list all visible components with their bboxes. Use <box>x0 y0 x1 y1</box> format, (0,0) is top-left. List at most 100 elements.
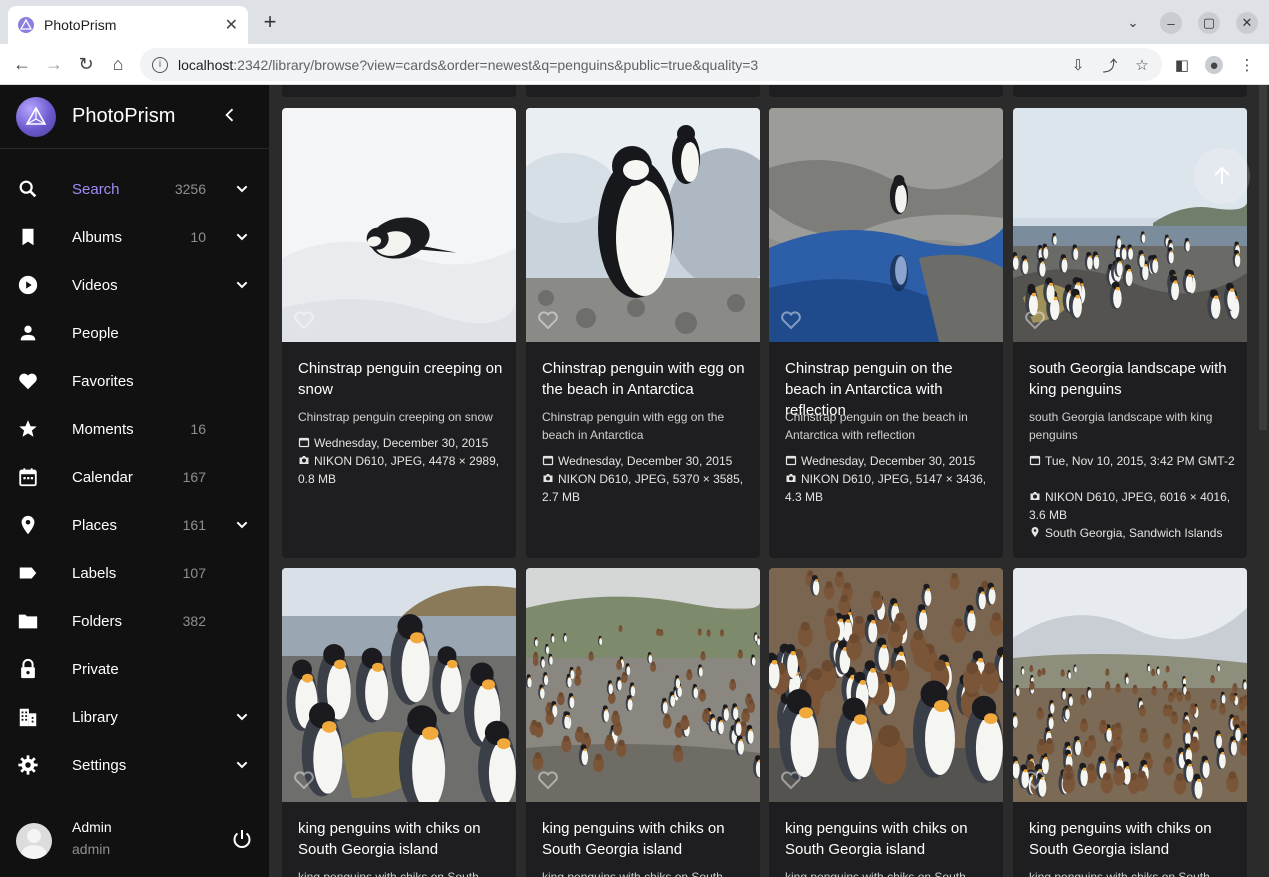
home-icon[interactable]: ⌂ <box>106 52 130 76</box>
card-previous-row[interactable] <box>526 85 760 97</box>
favorite-heart-icon[interactable] <box>1023 308 1047 332</box>
sidebar-item-moments[interactable]: Moments 16 <box>0 405 269 453</box>
sidebar-item-count: 3256 <box>174 181 206 197</box>
sidebar-item-library[interactable]: Library <box>0 693 269 741</box>
photo-title[interactable]: Chinstrap penguin creeping on snow <box>298 358 504 400</box>
photo-description: Chinstrap penguin creeping on snow <box>298 410 493 424</box>
photo-thumbnail[interactable] <box>1013 108 1247 342</box>
sidebar-item-albums[interactable]: Albums 10 <box>0 213 269 261</box>
user-menu[interactable]: Admin admin <box>0 805 269 877</box>
side-panel-icon[interactable]: ◧ <box>1173 56 1191 74</box>
place-icon <box>16 513 40 537</box>
tab-close-icon[interactable]: ✕ <box>225 15 238 35</box>
card-previous-row[interactable] <box>1013 85 1247 97</box>
favorite-heart-icon[interactable] <box>292 308 316 332</box>
sidebar-item-favorites[interactable]: Favorites <box>0 357 269 405</box>
url-path: :2342/library/browse?view=cards&order=ne… <box>233 56 759 73</box>
photo-thumbnail[interactable] <box>769 568 1003 802</box>
chevron-down-icon[interactable] <box>234 757 250 773</box>
photo-thumbnail[interactable] <box>282 108 516 342</box>
collapse-sidebar-icon[interactable] <box>220 105 240 125</box>
photo-card[interactable]: Chinstrap penguin with egg on the beach … <box>526 108 760 558</box>
photo-card[interactable]: Chinstrap penguin on the beach in Antarc… <box>769 108 1003 558</box>
card-previous-row[interactable] <box>769 85 1003 97</box>
site-info-icon[interactable]: i <box>152 56 168 73</box>
profile-icon[interactable]: ● <box>1205 56 1223 74</box>
scrollbar-thumb[interactable] <box>1259 85 1267 430</box>
chevron-down-icon[interactable] <box>234 277 250 293</box>
browser-menu-icon[interactable]: ⋮ <box>1238 56 1256 74</box>
share-icon[interactable]: ⤴ <box>1101 56 1119 75</box>
person-icon <box>16 321 40 345</box>
photo-title[interactable]: south Georgia landscape with king pengui… <box>1029 358 1235 400</box>
folder-icon <box>16 609 40 633</box>
tab-search-icon[interactable]: ⌄ <box>1122 12 1144 34</box>
avatar[interactable] <box>16 823 52 859</box>
sidebar-item-label: Favorites <box>72 372 134 390</box>
favorite-heart-icon[interactable] <box>292 768 316 792</box>
photo-camera-info: NIKON D610, JPEG, 5147 × 3436, 4.3 MB <box>785 472 987 504</box>
photo-card[interactable]: king penguins with chiks on South Georgi… <box>282 568 516 877</box>
photo-thumbnail[interactable] <box>526 108 760 342</box>
sidebar-item-folders[interactable]: Folders 382 <box>0 597 269 645</box>
favorite-heart-icon[interactable] <box>779 768 803 792</box>
install-app-icon[interactable]: ⇩ <box>1069 56 1087 74</box>
photoprism-logo-icon[interactable] <box>16 96 56 137</box>
favorite-heart-icon[interactable] <box>1023 768 1047 792</box>
sidebar-item-count: 167 <box>182 469 206 485</box>
scroll-to-top-button[interactable] <box>1194 148 1250 204</box>
sidebar-item-label: People <box>72 324 119 342</box>
photo-title[interactable]: king penguins with chiks on South Georgi… <box>1029 818 1235 860</box>
photo-title[interactable]: king penguins with chiks on South Georgi… <box>785 818 991 860</box>
camera-icon <box>542 472 558 486</box>
photo-title[interactable]: king penguins with chiks on South Georgi… <box>298 818 504 860</box>
page-scrollbar[interactable] <box>1257 85 1269 877</box>
photo-card[interactable]: Chinstrap penguin creeping on snow Chinst… <box>282 108 516 558</box>
sidebar-item-calendar[interactable]: Calendar 167 <box>0 453 269 501</box>
sidebar: PhotoPrism Search 3256 Albums 10 Videos Peopl… <box>0 85 269 877</box>
photo-date: Tue, Nov 10, 2015, 3:42 PM GMT-2 <box>1029 452 1241 470</box>
sidebar-item-private[interactable]: Private <box>0 645 269 693</box>
photo-thumbnail[interactable] <box>526 568 760 802</box>
photo-card[interactable]: king penguins with chiks on South Georgi… <box>769 568 1003 877</box>
photo-thumbnail[interactable] <box>282 568 516 802</box>
photo-title[interactable]: king penguins with chiks on South Georgi… <box>542 818 748 860</box>
sidebar-item-label: Library <box>72 708 118 726</box>
sidebar-item-labels[interactable]: Labels 107 <box>0 549 269 597</box>
maximize-icon[interactable]: ▢ <box>1198 12 1220 34</box>
photo-card[interactable]: king penguins with chiks on South Georgi… <box>526 568 760 877</box>
new-tab-icon[interactable]: + <box>258 10 282 34</box>
sidebar-item-places[interactable]: Places 161 <box>0 501 269 549</box>
sidebar-item-videos[interactable]: Videos <box>0 261 269 309</box>
sidebar-item-label: Search <box>72 180 120 198</box>
favorite-heart-icon[interactable] <box>536 308 560 332</box>
photo-title[interactable]: Chinstrap penguin with egg on the beach … <box>542 358 748 400</box>
chevron-down-icon[interactable] <box>234 181 250 197</box>
camera-icon <box>1029 490 1045 504</box>
photo-thumbnail[interactable] <box>1013 568 1247 802</box>
chevron-down-icon[interactable] <box>234 517 250 533</box>
close-window-icon[interactable]: ✕ <box>1236 12 1258 34</box>
card-previous-row[interactable] <box>282 85 516 97</box>
forward-icon[interactable]: → <box>42 52 66 76</box>
photo-card[interactable]: king penguins with chiks on South Georgi… <box>1013 568 1247 877</box>
chevron-down-icon[interactable] <box>234 709 250 725</box>
calendar-icon <box>298 436 314 450</box>
favorite-heart-icon[interactable] <box>536 768 560 792</box>
photo-date: Wednesday, December 30, 2015 <box>785 452 997 470</box>
sidebar-item-search[interactable]: Search 3256 <box>0 165 269 213</box>
minimize-icon[interactable]: – <box>1160 12 1182 34</box>
sidebar-item-settings[interactable]: Settings <box>0 741 269 789</box>
logout-power-icon[interactable] <box>230 827 254 851</box>
photo-thumbnail[interactable] <box>769 108 1003 342</box>
sidebar-item-label: Moments <box>72 420 134 438</box>
sidebar-item-people[interactable]: People <box>0 309 269 357</box>
favorite-heart-icon[interactable] <box>779 308 803 332</box>
reload-icon[interactable]: ↻ <box>74 52 98 76</box>
back-icon[interactable]: ← <box>10 52 34 76</box>
chevron-down-icon[interactable] <box>234 229 250 245</box>
bookmark-star-icon[interactable]: ☆ <box>1133 56 1151 74</box>
address-bar[interactable]: i localhost:2342/library/browse?view=car… <box>140 48 1162 81</box>
photo-location[interactable]: South Georgia, Sandwich Islands <box>1029 524 1241 542</box>
browser-tab[interactable]: PhotoPrism ✕ <box>8 6 248 44</box>
